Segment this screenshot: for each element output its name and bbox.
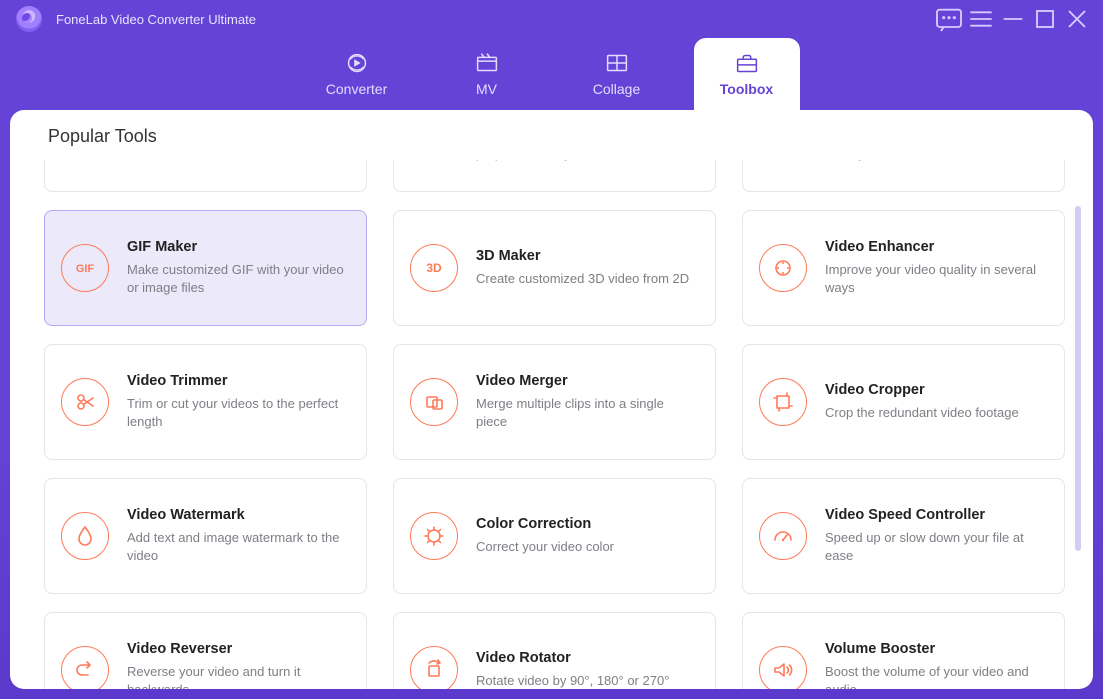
rotate-icon xyxy=(410,646,458,689)
card-text: Volume Booster Boost the volume of your … xyxy=(825,641,1046,689)
card-desc: Remove the watermark from the video flex… xyxy=(825,160,1046,163)
card-text: Video Rotator Rotate video by 90°, 180° … xyxy=(476,650,697,689)
tab-toolbox[interactable]: Toolbox xyxy=(694,38,800,110)
card-text: Media Metadata Editor Keep original file… xyxy=(127,160,348,163)
card-title: Video Reverser xyxy=(127,641,348,657)
menu-icon[interactable] xyxy=(965,3,997,35)
card-title: 3D Maker xyxy=(476,248,697,264)
minimize-icon[interactable] xyxy=(997,3,1029,35)
svg-text:GIF: GIF xyxy=(76,263,95,275)
section-title: Popular Tools xyxy=(10,110,1093,157)
tool-card-3d[interactable]: 3D 3D Maker Create customized 3D video f… xyxy=(393,210,716,326)
card-title: Video Cropper xyxy=(825,382,1046,398)
app-title: FoneLab Video Converter Ultimate xyxy=(56,12,256,27)
card-text: Video Enhancer Improve your video qualit… xyxy=(825,239,1046,296)
card-title: Volume Booster xyxy=(825,641,1046,657)
card-title: Video Speed Controller xyxy=(825,507,1046,523)
tool-card-wm[interactable]: Video Watermark Add text and image water… xyxy=(44,478,367,594)
card-text: Video Merger Merge multiple clips into a… xyxy=(476,373,697,430)
tool-card-volume[interactable]: Volume Booster Boost the volume of your … xyxy=(742,612,1065,689)
card-desc: Correct your video color xyxy=(476,538,697,556)
3d-icon: 3D xyxy=(410,244,458,292)
gif-icon: GIF xyxy=(61,244,109,292)
tool-card-wmremove[interactable]: Video Watermark Remover Remove the water… xyxy=(742,160,1065,192)
card-title: Color Correction xyxy=(476,516,697,532)
card-title: Video Watermark xyxy=(127,507,348,523)
scrollbar-thumb[interactable] xyxy=(1075,206,1081,551)
tool-card-trim[interactable]: Video Trimmer Trim or cut your videos to… xyxy=(44,344,367,460)
reverse-icon xyxy=(61,646,109,689)
card-text: Video Compressor Compress your video fil… xyxy=(476,160,697,163)
card-desc: Keep original file info or edit as you w… xyxy=(127,160,348,163)
card-title: Video Trimmer xyxy=(127,373,348,389)
feedback-icon[interactable] xyxy=(933,3,965,35)
trim-icon xyxy=(61,378,109,426)
card-text: Color Correction Correct your video colo… xyxy=(476,516,697,556)
card-desc: Boost the volume of your video and audio xyxy=(825,663,1046,689)
card-title: GIF Maker xyxy=(127,239,348,255)
card-desc: Merge multiple clips into a single piece xyxy=(476,395,697,430)
tab-label: Collage xyxy=(593,81,640,97)
tab-mv[interactable]: MV xyxy=(434,38,540,110)
color-icon xyxy=(410,512,458,560)
maximize-icon[interactable] xyxy=(1029,3,1061,35)
tool-card-crop[interactable]: Video Cropper Crop the redundant video f… xyxy=(742,344,1065,460)
card-title: Video Rotator xyxy=(476,650,697,666)
card-title: Video Merger xyxy=(476,373,697,389)
tool-card-gif[interactable]: GIF GIF Maker Make customized GIF with y… xyxy=(44,210,367,326)
tab-label: MV xyxy=(476,81,497,97)
tool-grid-viewport: i Media Metadata Editor Keep original fi… xyxy=(10,160,1071,689)
card-desc: Compress your video files to the proper … xyxy=(476,160,697,163)
wm-icon xyxy=(61,512,109,560)
tab-label: Converter xyxy=(326,81,387,97)
tool-card-reverse[interactable]: Video Reverser Reverse your video and tu… xyxy=(44,612,367,689)
tool-card-meta[interactable]: i Media Metadata Editor Keep original fi… xyxy=(44,160,367,192)
content-pane: Popular Tools i Media Metadata Editor Ke… xyxy=(10,110,1093,689)
card-desc: Improve your video quality in several wa… xyxy=(825,261,1046,296)
card-text: Video Cropper Crop the redundant video f… xyxy=(825,382,1046,422)
volume-icon xyxy=(759,646,807,689)
card-text: GIF Maker Make customized GIF with your … xyxy=(127,239,348,296)
card-desc: Speed up or slow down your file at ease xyxy=(825,529,1046,564)
app-logo xyxy=(16,6,42,32)
card-text: Video Trimmer Trim or cut your videos to… xyxy=(127,373,348,430)
card-desc: Rotate video by 90°, 180° or 270° xyxy=(476,672,697,689)
merge-icon xyxy=(410,378,458,426)
tool-card-color[interactable]: Color Correction Correct your video colo… xyxy=(393,478,716,594)
scrollbar-track[interactable] xyxy=(1075,160,1081,677)
card-desc: Crop the redundant video footage xyxy=(825,404,1046,422)
card-text: 3D Maker Create customized 3D video from… xyxy=(476,248,697,288)
tool-card-speed[interactable]: Video Speed Controller Speed up or slow … xyxy=(742,478,1065,594)
close-icon[interactable] xyxy=(1061,3,1093,35)
card-text: Video Watermark Remover Remove the water… xyxy=(825,160,1046,163)
tool-card-enhance[interactable]: Video Enhancer Improve your video qualit… xyxy=(742,210,1065,326)
tool-card-compress[interactable]: Video Compressor Compress your video fil… xyxy=(393,160,716,192)
tab-label: Toolbox xyxy=(720,81,773,97)
tab-converter[interactable]: Converter xyxy=(304,38,410,110)
card-desc: Add text and image watermark to the vide… xyxy=(127,529,348,564)
tool-card-rotate[interactable]: Video Rotator Rotate video by 90°, 180° … xyxy=(393,612,716,689)
title-bar: FoneLab Video Converter Ultimate xyxy=(0,0,1103,38)
svg-text:3D: 3D xyxy=(426,261,442,275)
card-desc: Reverse your video and turn it backwards xyxy=(127,663,348,689)
card-text: Video Watermark Add text and image water… xyxy=(127,507,348,564)
tab-collage[interactable]: Collage xyxy=(564,38,670,110)
card-text: Video Speed Controller Speed up or slow … xyxy=(825,507,1046,564)
main-nav: Converter MV Collage Toolbox xyxy=(0,38,1103,110)
crop-icon xyxy=(759,378,807,426)
card-desc: Create customized 3D video from 2D xyxy=(476,270,697,288)
tool-card-merge[interactable]: Video Merger Merge multiple clips into a… xyxy=(393,344,716,460)
card-desc: Trim or cut your videos to the perfect l… xyxy=(127,395,348,430)
card-desc: Make customized GIF with your video or i… xyxy=(127,261,348,296)
enhance-icon xyxy=(759,244,807,292)
card-title: Video Enhancer xyxy=(825,239,1046,255)
card-text: Video Reverser Reverse your video and tu… xyxy=(127,641,348,689)
speed-icon xyxy=(759,512,807,560)
